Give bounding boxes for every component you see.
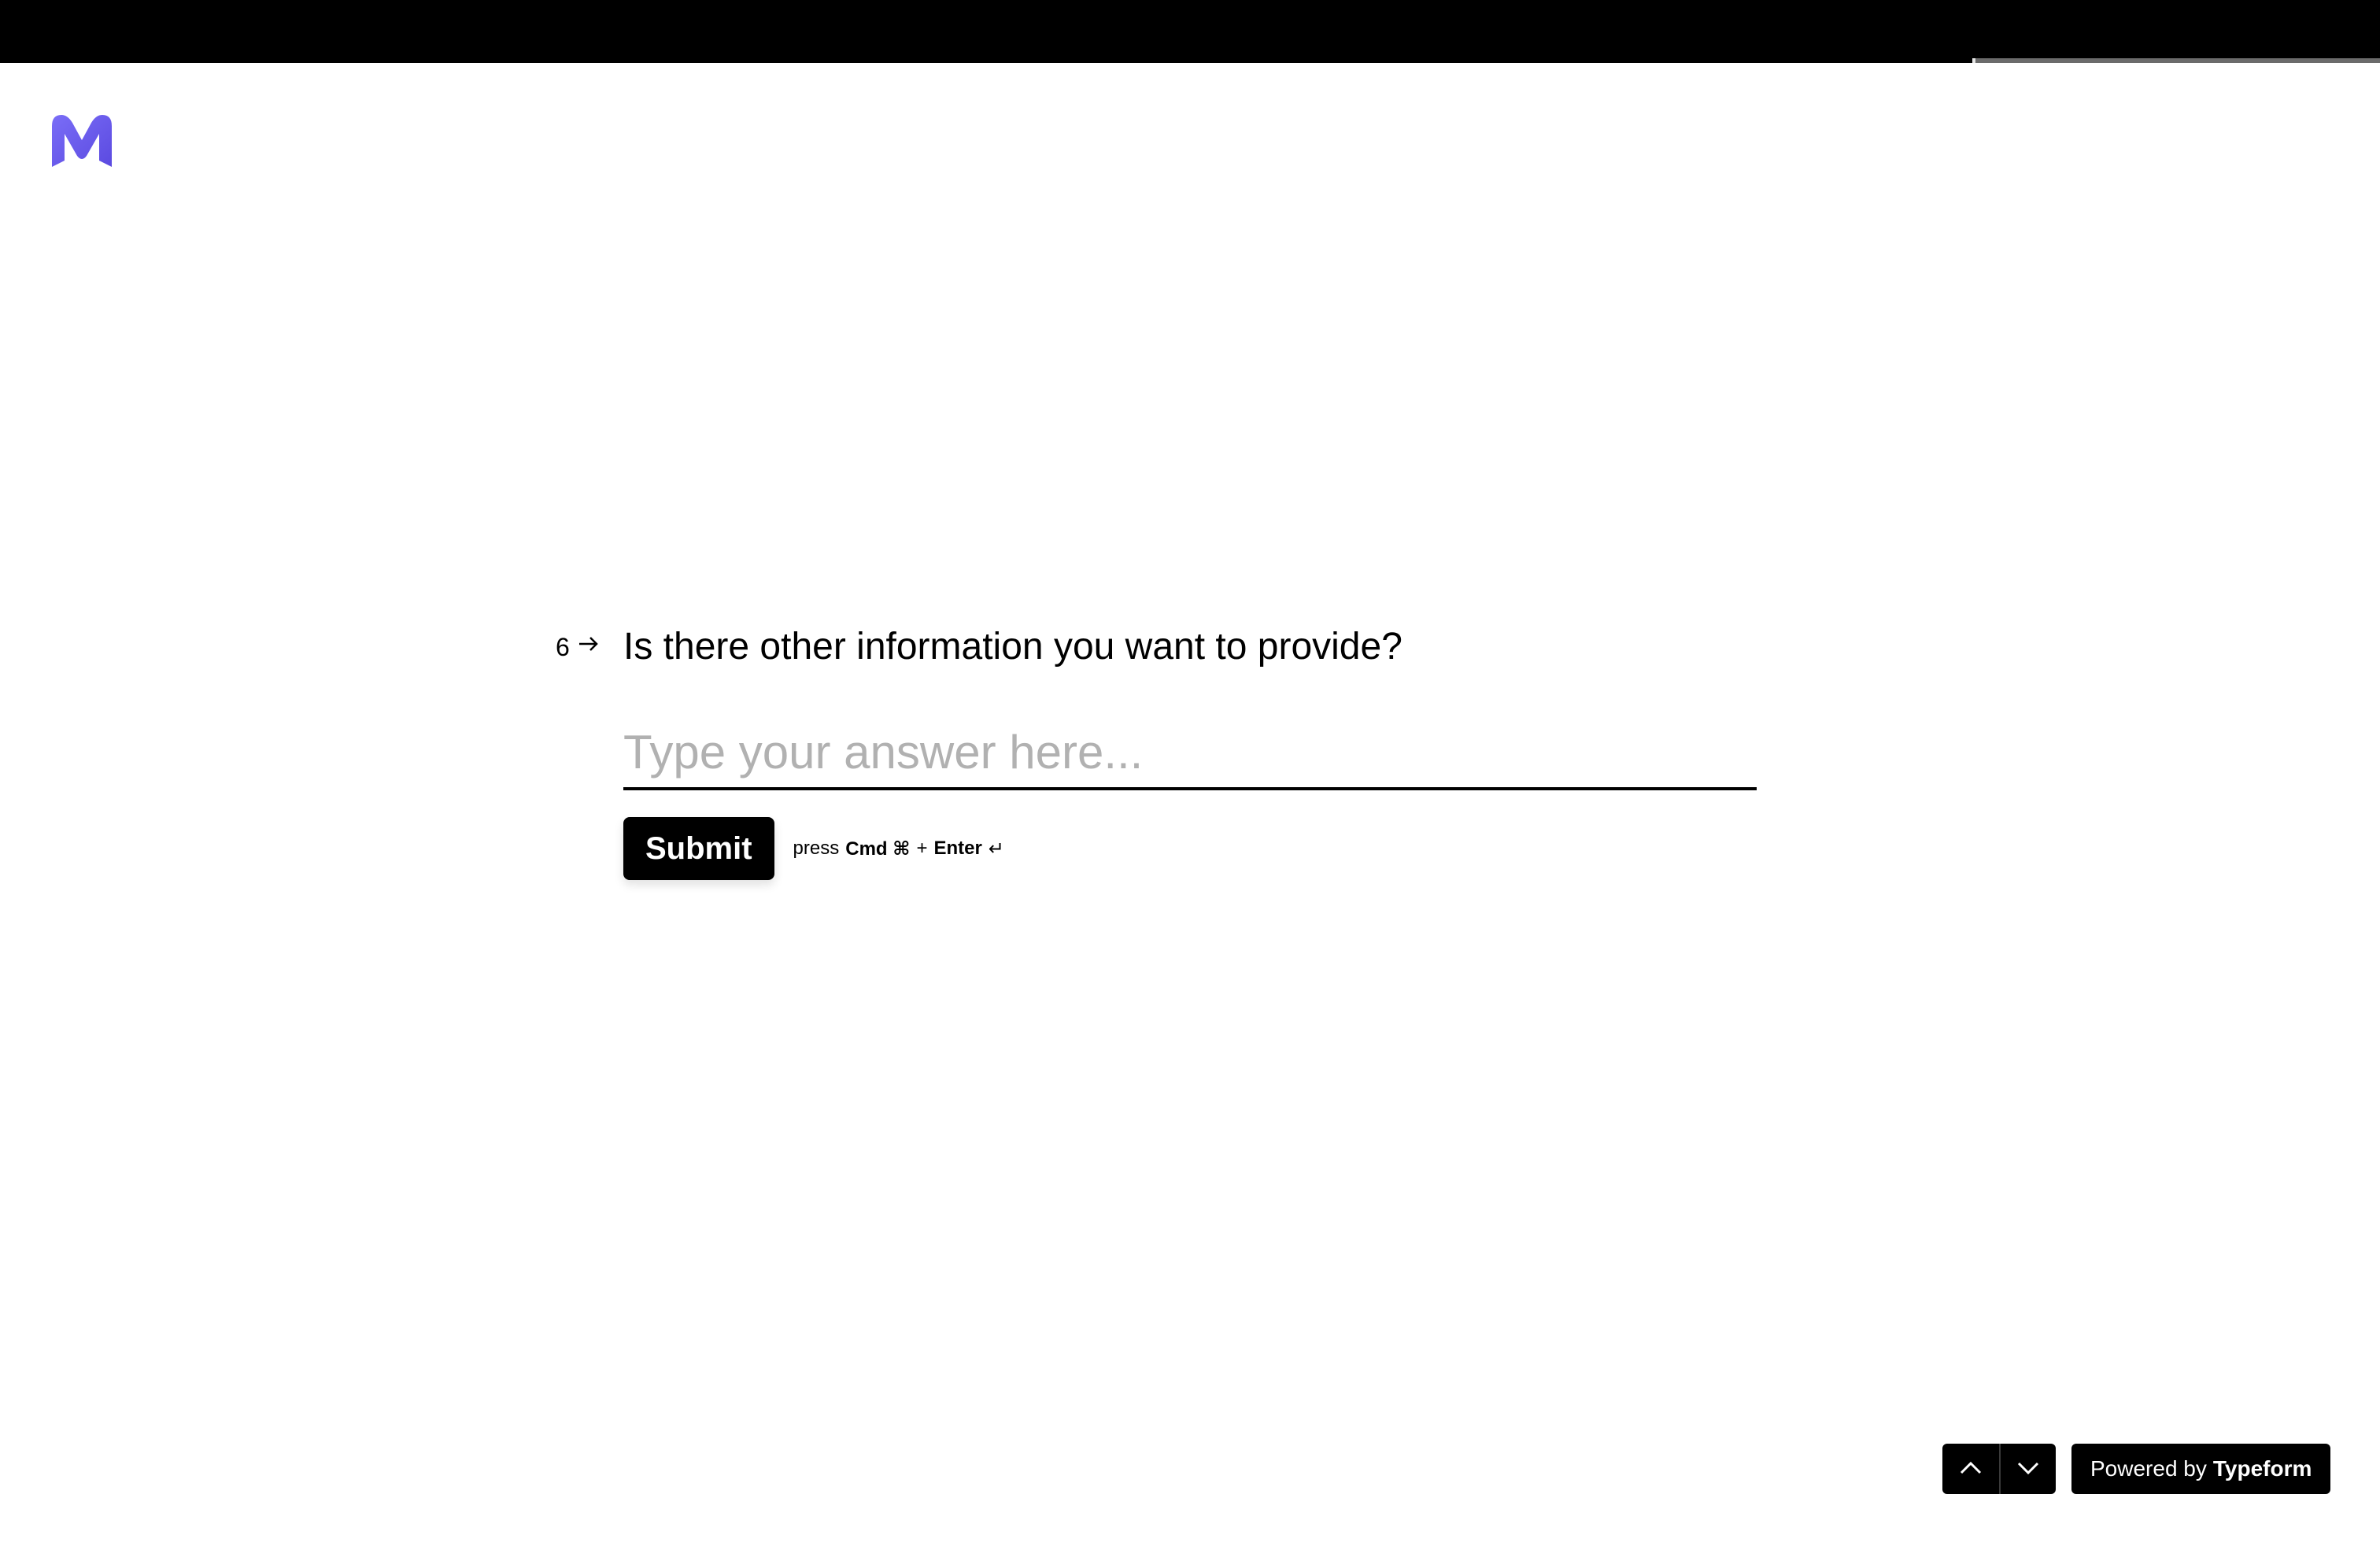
- hint-key: Cmd ⌘: [845, 838, 911, 860]
- progress-fill: [1972, 58, 2380, 63]
- question-navigation: [1942, 1444, 2056, 1494]
- hint-enter: Enter: [933, 838, 982, 859]
- powered-prefix: Powered by: [2090, 1456, 2207, 1481]
- enter-icon: ↵: [988, 838, 1004, 860]
- powered-by-typeform-link[interactable]: Powered by Typeform: [2071, 1444, 2331, 1494]
- hint-prefix: press: [793, 838, 840, 859]
- top-bar: [0, 0, 2380, 63]
- powered-brand: Typeform: [2212, 1456, 2312, 1481]
- previous-question-button[interactable]: [1942, 1444, 1999, 1494]
- chevron-down-icon: [2012, 1452, 2044, 1486]
- submit-button[interactable]: Submit: [623, 817, 774, 880]
- keyboard-hint: press Cmd ⌘ + Enter ↵: [793, 838, 1004, 860]
- question-number-label: 6: [556, 632, 570, 661]
- answer-input[interactable]: [623, 716, 1757, 790]
- arrow-right-icon: [576, 631, 601, 663]
- question-number: 6: [556, 631, 601, 663]
- question-text: Is there other information you want to p…: [623, 626, 1402, 668]
- submit-row: Submit press Cmd ⌘ + Enter ↵: [623, 817, 1004, 880]
- hint-plus: +: [916, 838, 928, 859]
- chevron-up-icon: [1955, 1452, 1986, 1486]
- next-question-button[interactable]: [1999, 1444, 2056, 1494]
- typeform-page: 6 Is there other information you want to…: [0, 0, 2380, 1546]
- m-logo-icon: [49, 112, 115, 170]
- progress-bar: [0, 58, 2380, 63]
